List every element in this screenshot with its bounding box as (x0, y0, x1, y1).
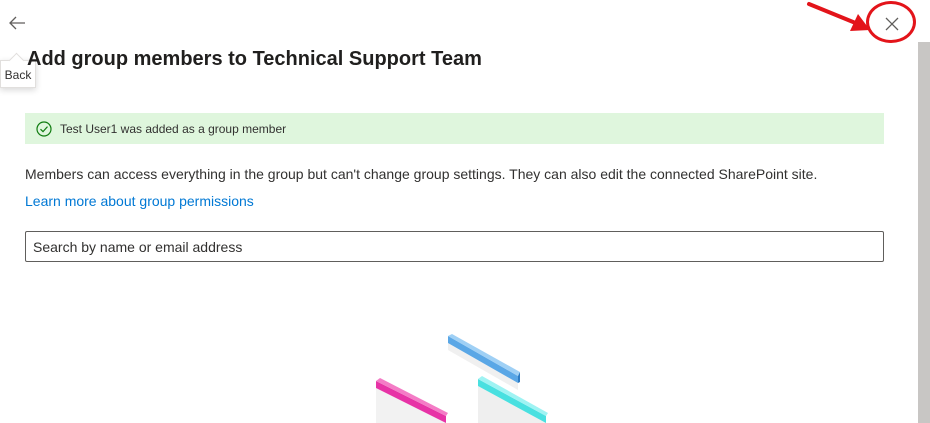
close-button[interactable] (876, 8, 908, 40)
members-description: Members can access everything in the gro… (25, 166, 818, 182)
success-banner: Test User1 was added as a group member (25, 113, 884, 144)
learn-more-link[interactable]: Learn more about group permissions (25, 193, 254, 209)
search-input[interactable] (25, 231, 884, 262)
group-illustration (376, 334, 548, 423)
red-annotation-arrow (807, 2, 870, 31)
arrow-left-icon (9, 16, 25, 30)
back-button[interactable] (0, 8, 34, 38)
success-check-icon (36, 120, 52, 137)
add-members-panel: Back Add group members to Technical Supp… (0, 0, 930, 423)
page-title: Add group members to Technical Support T… (27, 48, 482, 70)
success-message: Test User1 was added as a group member (60, 121, 287, 136)
close-icon (885, 17, 899, 31)
illustration-card-left (376, 378, 448, 423)
tooltip-beak (8, 52, 25, 69)
vertical-scrollbar[interactable] (918, 42, 930, 423)
